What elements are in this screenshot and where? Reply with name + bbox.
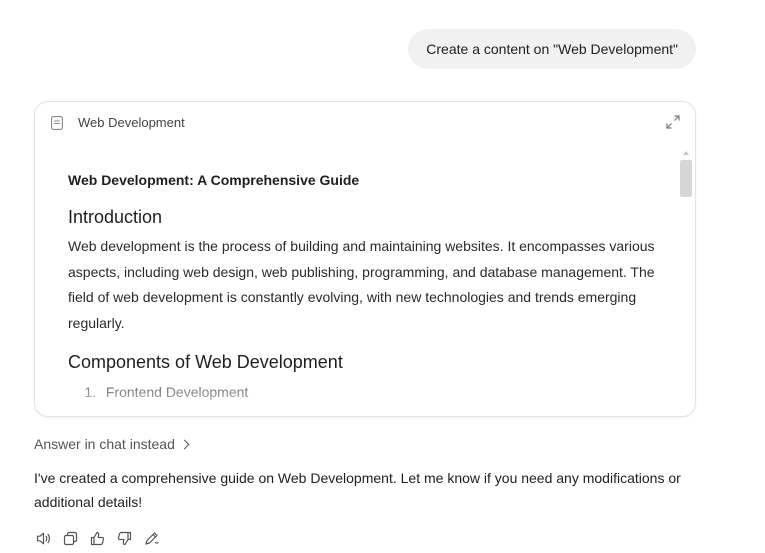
intro-heading: Introduction [68, 207, 163, 227]
answer-in-chat-link[interactable]: Answer in chat instead [34, 436, 190, 452]
list-item: 1. Frontend Development [68, 381, 658, 403]
speaker-icon[interactable] [35, 530, 52, 547]
expand-icon[interactable] [665, 114, 681, 130]
components-heading: Components of Web Development [68, 352, 343, 372]
document-content: Web Development: A Comprehensive Guide I… [68, 160, 658, 416]
chevron-right-icon [179, 439, 190, 449]
assistant-message: I've created a comprehensive guide on We… [34, 470, 681, 510]
intro-paragraph: Web development is the process of buildi… [68, 238, 655, 331]
list-item-label: Frontend Development [105, 384, 249, 400]
thumbs-up-icon[interactable] [89, 530, 106, 547]
thumbs-down-icon[interactable] [116, 530, 133, 547]
scroll-up-arrow[interactable] [683, 151, 689, 155]
scroll-thumb[interactable] [680, 160, 692, 197]
document-title: Web Development [78, 115, 185, 130]
answer-in-chat-label: Answer in chat instead [34, 436, 175, 452]
copy-icon[interactable] [62, 530, 79, 547]
user-message-text: Create a content on "Web Development" [426, 41, 678, 57]
document-icon [50, 115, 64, 131]
edit-icon[interactable] [143, 530, 160, 547]
list-item-number: 1. [84, 384, 96, 400]
chat-page: Create a content on "Web Development" We… [0, 0, 765, 553]
document-card[interactable]: Web Development Web Development: A Compr… [34, 101, 696, 417]
user-message-bubble: Create a content on "Web Development" [408, 29, 696, 69]
message-action-bar [35, 530, 160, 547]
document-header: Web Development [35, 102, 695, 144]
document-scrollbar[interactable] [679, 147, 693, 313]
document-heading: Web Development: A Comprehensive Guide [68, 172, 360, 188]
